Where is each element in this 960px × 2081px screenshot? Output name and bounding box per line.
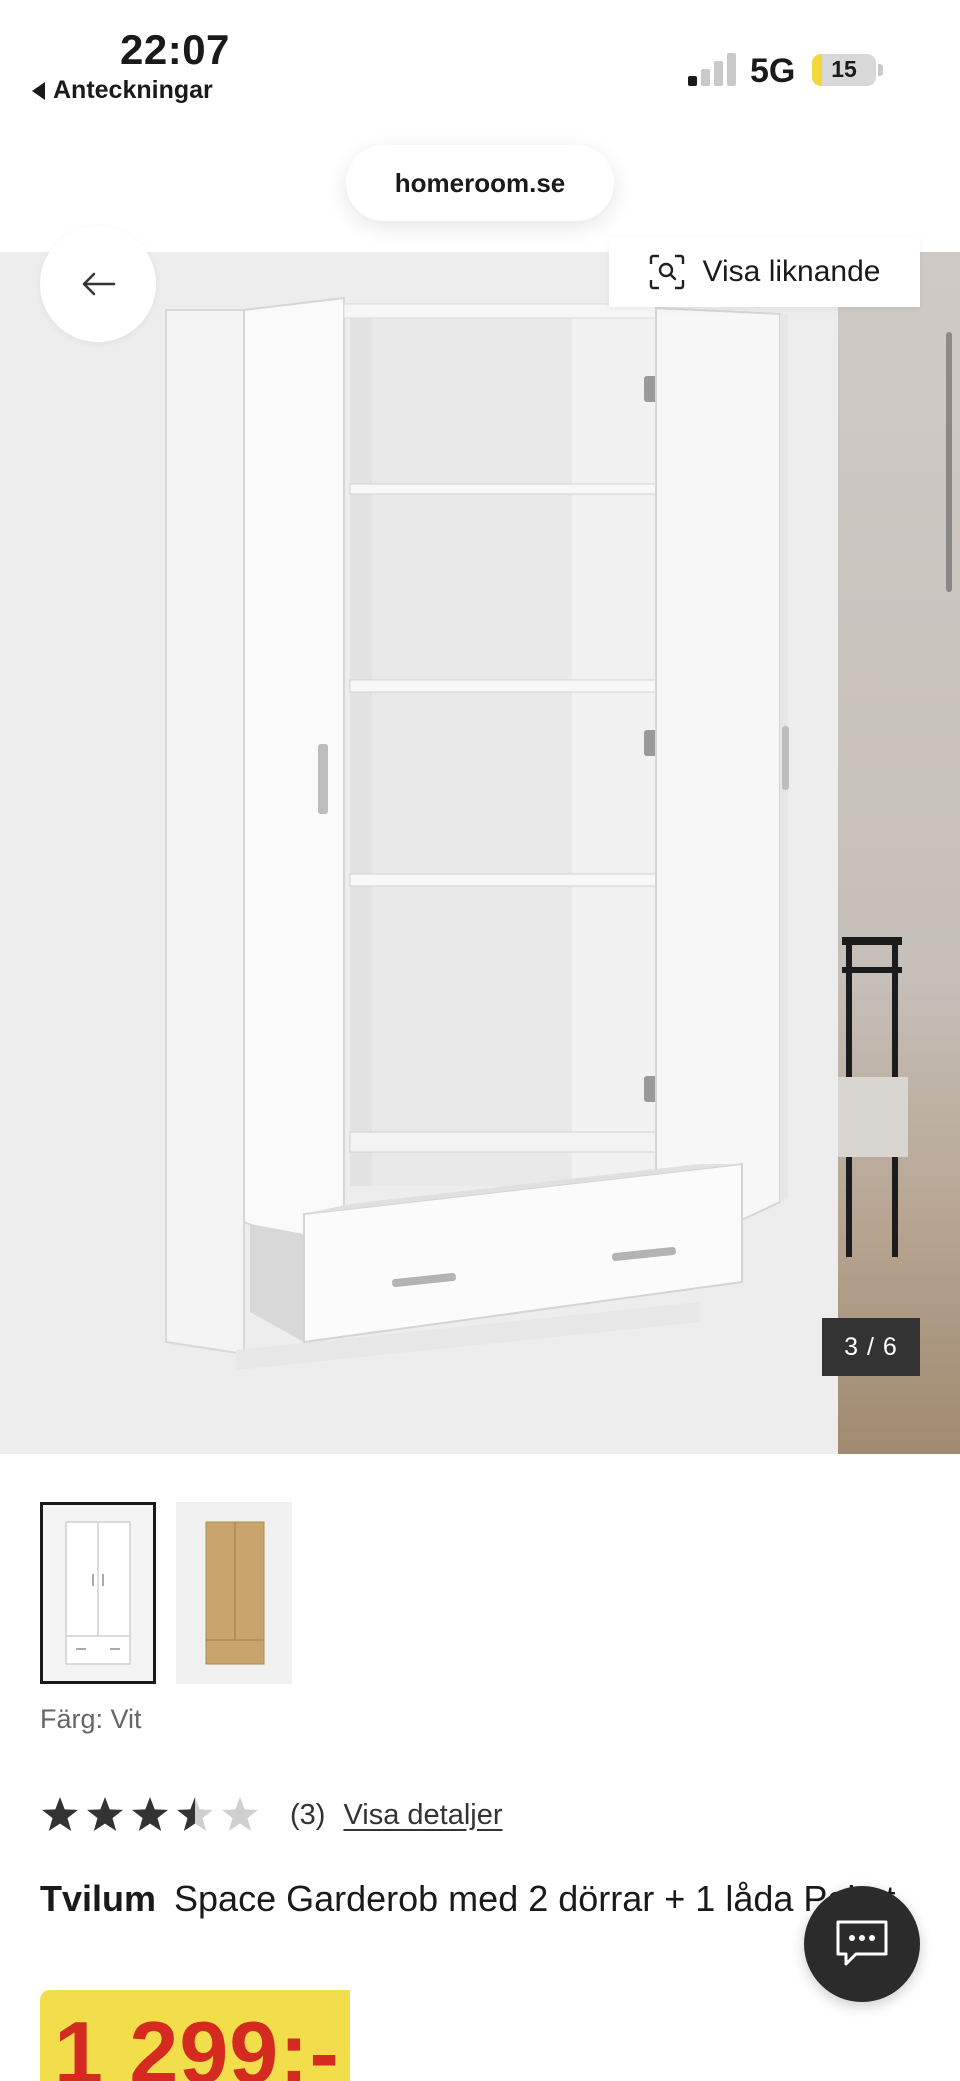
address-bar[interactable]: homeroom.se xyxy=(346,145,614,221)
next-product-image-preview[interactable] xyxy=(838,252,960,1454)
thumbnail-white-wardrobe[interactable] xyxy=(40,1502,156,1684)
status-bar: 22:07 Anteckningar 5G 15 xyxy=(0,0,960,110)
review-count: (3) xyxy=(290,1798,326,1831)
product-rating: (3) Visa detaljer xyxy=(40,1790,503,1840)
arrow-left-icon xyxy=(82,272,116,296)
image-counter: 3 / 6 xyxy=(822,1318,920,1376)
oak-wardrobe-thumb xyxy=(205,1521,265,1665)
back-button[interactable] xyxy=(40,226,156,342)
back-triangle-icon xyxy=(32,81,45,100)
star-icon xyxy=(87,1797,123,1831)
white-wardrobe-thumb xyxy=(65,1521,131,1665)
product-title: Tvilum Space Garderob med 2 dörrar + 1 lå… xyxy=(40,1873,920,1925)
back-to-app-link[interactable]: Anteckningar xyxy=(32,76,213,105)
color-thumbnails xyxy=(40,1502,292,1684)
show-similar-label: Visa liknande xyxy=(702,255,881,288)
thumbnail-oak-wardrobe[interactable] xyxy=(176,1502,292,1684)
battery-icon: 15 xyxy=(812,54,876,86)
selected-color: Färg: Vit xyxy=(40,1704,142,1734)
visual-search-icon xyxy=(649,254,684,290)
show-details-link[interactable]: Visa detaljer xyxy=(343,1799,502,1832)
product-name: Space Garderob med 2 dörrar + 1 låda Pak… xyxy=(174,1878,896,1919)
product-image[interactable] xyxy=(0,252,838,1454)
url-text: homeroom.se xyxy=(394,167,566,198)
chair-illustration xyxy=(838,937,908,1257)
wardrobe-illustration xyxy=(165,296,789,1370)
star-icon xyxy=(222,1797,258,1831)
battery-tip xyxy=(878,64,883,76)
clock: 22:07 xyxy=(120,26,230,73)
star-icon xyxy=(132,1797,168,1831)
battery-level: 15 xyxy=(831,56,857,82)
product-price: 1 299:- xyxy=(54,2003,340,2081)
chat-icon xyxy=(836,1920,888,1966)
show-similar-button[interactable]: Visa liknande xyxy=(609,237,920,307)
scroll-indicator xyxy=(946,332,952,592)
back-app-label: Anteckningar xyxy=(53,76,213,104)
product-brand: Tvilum xyxy=(40,1878,157,1919)
product-image-carousel[interactable] xyxy=(0,252,960,1454)
cellular-signal-icon xyxy=(688,52,738,86)
star-rating xyxy=(40,1795,260,1835)
star-icon xyxy=(177,1797,213,1831)
star-icon xyxy=(42,1797,78,1831)
network-type: 5G xyxy=(750,52,796,90)
chat-button[interactable] xyxy=(804,1886,920,2002)
price-badge: 1 299:- xyxy=(40,1990,350,2081)
